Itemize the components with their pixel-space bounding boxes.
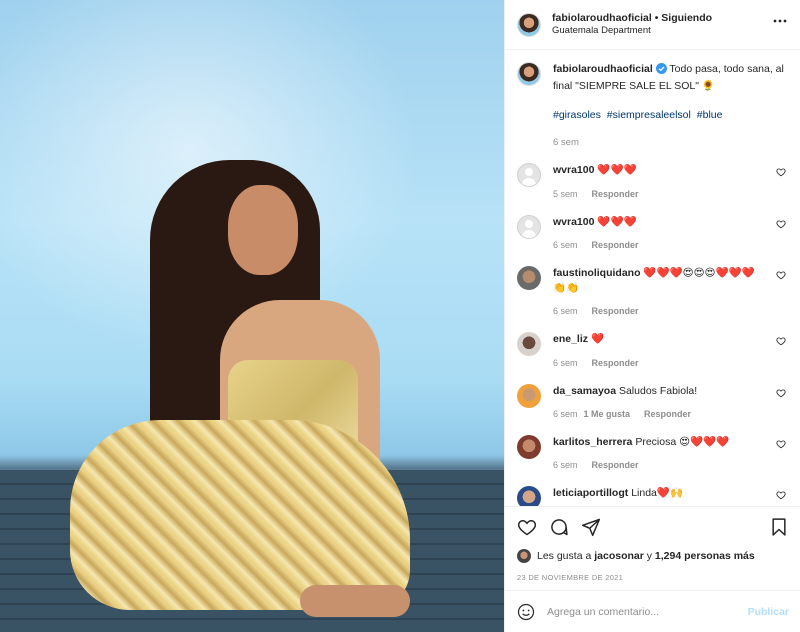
caption-time[interactable]: 6 sem <box>553 136 788 150</box>
likes-prefix: Les gusta a <box>537 550 592 562</box>
comment-icon[interactable] <box>549 517 569 537</box>
comment-likes-count[interactable]: 1 Me gusta <box>584 409 631 419</box>
post-photo[interactable] <box>0 0 504 632</box>
comment-like-heart-icon[interactable] <box>776 167 786 177</box>
comment-text: Linda❤️🙌 <box>631 487 684 500</box>
emoji-icon[interactable] <box>517 603 535 621</box>
commenter-avatar[interactable] <box>517 265 541 290</box>
commenter-username[interactable]: da_samayoa <box>553 385 616 397</box>
comment-item: leticiaportillogt Linda❤️🙌 <box>517 486 788 506</box>
liker-avatar[interactable] <box>517 549 531 563</box>
commenter-avatar[interactable] <box>517 383 541 408</box>
commenter-username[interactable]: wvra100 <box>553 164 594 176</box>
comments-list[interactable]: fabiolaroudhaoficial Todo pasa, todo san… <box>505 50 800 506</box>
liker-username[interactable]: jacosonar <box>594 550 644 562</box>
author-avatar[interactable] <box>517 12 541 37</box>
post-actions: Les gusta a jacosonar y 1,294 personas m… <box>505 506 800 582</box>
commenter-username[interactable]: wvra100 <box>553 216 594 228</box>
comment-text: ❤️❤️❤️ <box>597 215 637 228</box>
verified-badge-icon <box>655 63 667 79</box>
comment-text: Saludos Fabiola! <box>618 384 698 397</box>
paper-plane-icon[interactable] <box>581 517 601 537</box>
comment-time[interactable]: 6 sem <box>553 409 578 419</box>
add-comment-bar: Publicar <box>505 590 800 632</box>
comment-time[interactable]: 6 sem <box>553 240 578 250</box>
comment-item: wvra100 ❤️❤️❤️ 5 sem Responder <box>517 163 788 200</box>
caption-hashtags: #girasoles #siempresaleelsol #blue <box>553 108 788 123</box>
post-caption: fabiolaroudhaoficial Todo pasa, todo san… <box>517 62 788 149</box>
post-date[interactable]: 23 DE NOVIEMBRE DE 2021 <box>517 573 789 582</box>
post-sidebar: fabiolaroudhaoficial • Siguiendo Guatema… <box>504 0 800 632</box>
comment-item: ene_liz ❤️ 6 sem Responder <box>517 332 788 369</box>
commenter-avatar[interactable] <box>517 214 541 239</box>
publish-button[interactable]: Publicar <box>748 606 789 618</box>
commenter-username[interactable]: ene_liz <box>553 333 588 345</box>
comment-text: Preciosa 😍❤️❤️❤️ <box>635 435 730 448</box>
post-location[interactable]: Guatemala Department <box>552 25 712 38</box>
comment-item: faustinoliquidano ❤️❤️❤️😍😍😍❤️❤️❤️👏👏 6 se… <box>517 265 788 318</box>
comment-like-heart-icon[interactable] <box>776 388 786 398</box>
comment-like-heart-icon[interactable] <box>776 336 786 346</box>
photo-subject-face <box>228 185 298 275</box>
commenter-avatar[interactable] <box>517 332 541 357</box>
reply-button[interactable]: Responder <box>644 409 691 419</box>
comment-like-heart-icon[interactable] <box>776 219 786 229</box>
follow-status-button[interactable]: Siguiendo <box>661 12 712 24</box>
reply-button[interactable]: Responder <box>592 460 639 470</box>
comment-input[interactable] <box>547 605 748 618</box>
reply-button[interactable]: Responder <box>592 306 639 316</box>
photo-subject-sequin-pants <box>70 420 410 610</box>
comment-like-heart-icon[interactable] <box>776 439 786 449</box>
more-horizontal-icon[interactable] <box>772 13 788 34</box>
comment-item: karlitos_herrera Preciosa 😍❤️❤️❤️ 6 sem R… <box>517 434 788 472</box>
comment-item: wvra100 ❤️❤️❤️ 6 sem Responder <box>517 214 788 252</box>
caption-author-username[interactable]: fabiolaroudhaoficial <box>553 63 653 75</box>
comment-item: da_samayoa Saludos Fabiola! 6 sem 1 Me gu… <box>517 383 788 421</box>
heart-icon[interactable] <box>517 517 537 537</box>
author-username[interactable]: fabiolaroudhaoficial <box>552 12 652 24</box>
reply-button[interactable]: Responder <box>592 358 639 368</box>
comment-time[interactable]: 6 sem <box>553 306 578 316</box>
hashtag-link[interactable]: #siempresaleelsol <box>607 109 691 121</box>
header-separator: • <box>654 12 659 24</box>
comment-like-heart-icon[interactable] <box>776 490 786 500</box>
commenter-avatar[interactable] <box>517 486 541 506</box>
comment-time[interactable]: 6 sem <box>553 358 578 368</box>
likes-count[interactable]: 1,294 personas más <box>655 550 755 562</box>
comment-text: ❤️❤️❤️ <box>597 164 637 177</box>
reply-button[interactable]: Responder <box>592 240 639 250</box>
photo-subject-feet <box>300 585 410 617</box>
commenter-avatar[interactable] <box>517 163 541 188</box>
hashtag-link[interactable]: #blue <box>697 109 723 121</box>
comment-text: ❤️ <box>590 333 605 346</box>
likes-summary[interactable]: Les gusta a jacosonar y 1,294 personas m… <box>517 549 789 563</box>
hashtag-link[interactable]: #girasoles <box>553 109 601 121</box>
commenter-username[interactable]: leticiaportillogt <box>553 487 628 499</box>
commenter-avatar[interactable] <box>517 434 541 459</box>
likes-conjunction: y <box>646 550 652 562</box>
commenter-username[interactable]: karlitos_herrera <box>553 436 632 448</box>
bookmark-icon[interactable] <box>769 517 789 537</box>
reply-button[interactable]: Responder <box>592 189 639 199</box>
commenter-username[interactable]: faustinoliquidano <box>553 267 641 279</box>
post-header: fabiolaroudhaoficial • Siguiendo Guatema… <box>505 0 800 50</box>
comment-like-heart-icon[interactable] <box>776 270 786 280</box>
caption-author-avatar[interactable] <box>517 62 541 86</box>
comment-time[interactable]: 6 sem <box>553 460 578 470</box>
comment-time[interactable]: 5 sem <box>553 189 578 199</box>
